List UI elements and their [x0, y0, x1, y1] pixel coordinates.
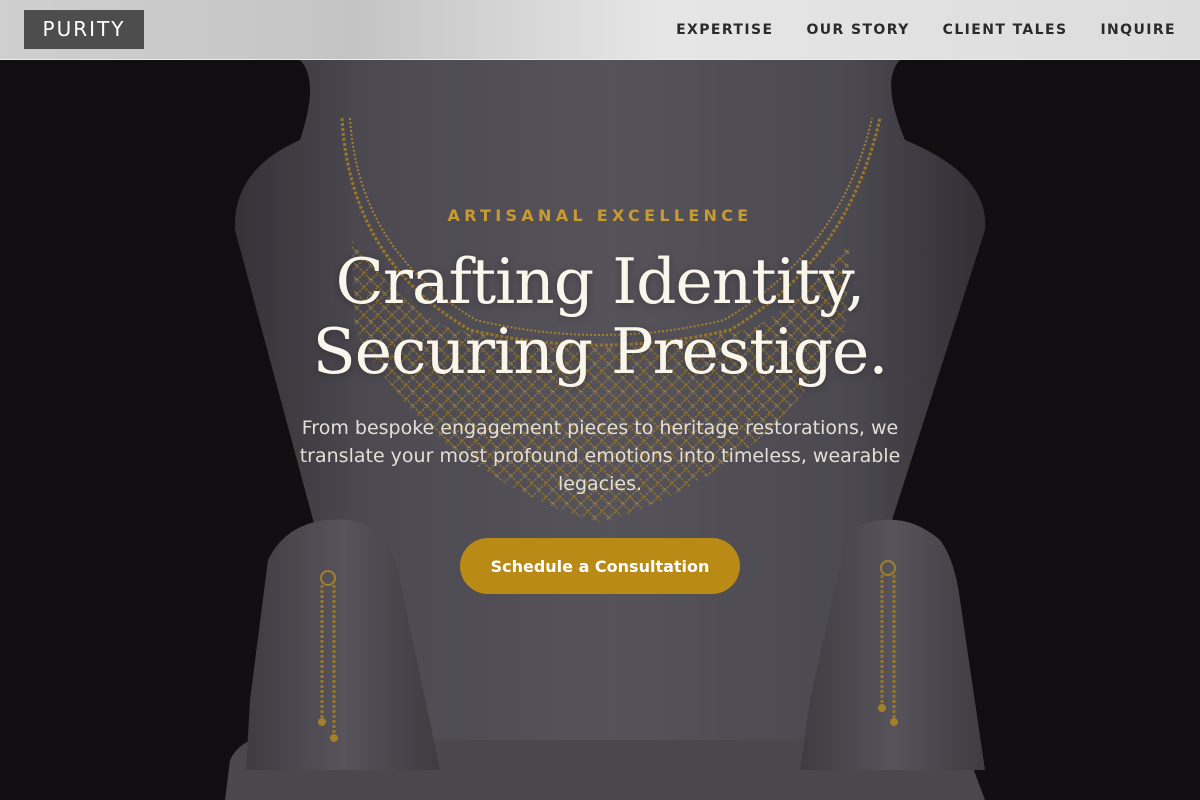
hero-headline-line-1: Crafting Identity, [335, 245, 866, 318]
hero-section: ARTISANAL EXCELLENCE Crafting Identity, … [0, 0, 1200, 800]
hero-headline: Crafting Identity, Securing Prestige. [100, 247, 1100, 387]
hero-headline-line-2: Securing Prestige. [312, 315, 889, 388]
hero-eyebrow: ARTISANAL EXCELLENCE [447, 206, 753, 225]
schedule-consultation-button[interactable]: Schedule a Consultation [460, 538, 740, 594]
landing-page: PURITY EXPERTISE OUR STORY CLIENT TALES … [0, 0, 1200, 800]
hero-subtitle: From bespoke engagement pieces to herita… [299, 417, 901, 495]
